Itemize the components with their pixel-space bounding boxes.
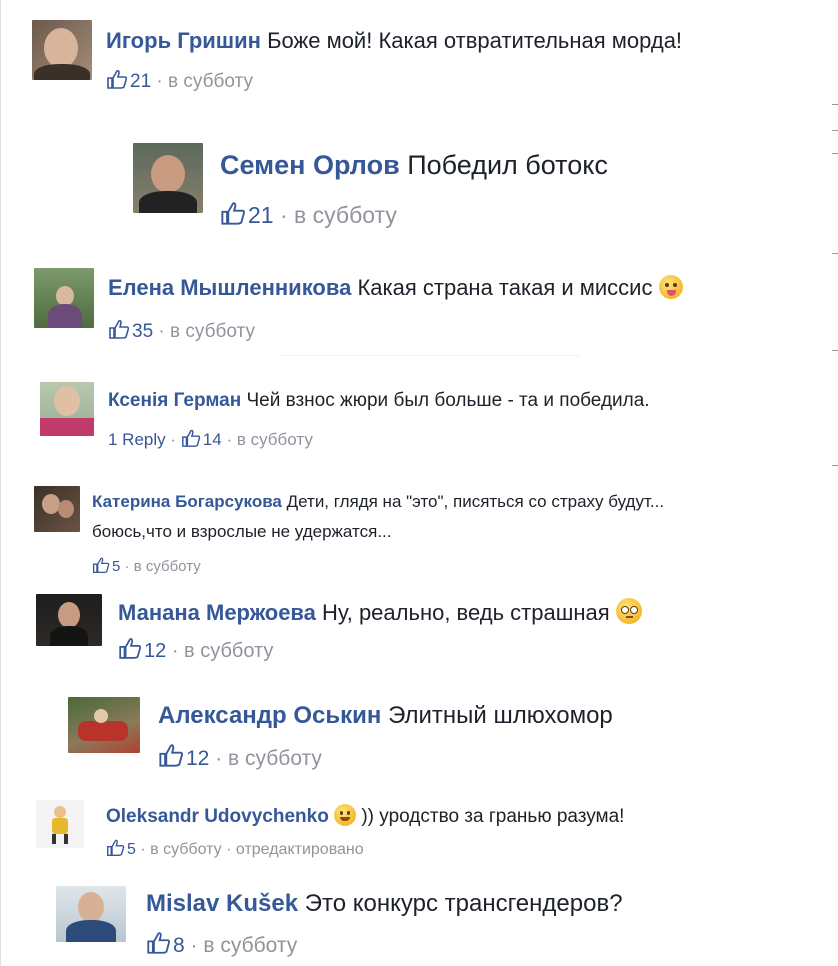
like-count[interactable]: 5 [127,841,136,858]
timestamp[interactable]: в субботу [294,202,397,228]
comment-author[interactable]: Mislav Kušek [146,890,298,917]
comment-meta: 21 · в субботу [106,68,253,93]
edge-mark [832,465,838,466]
comment-text: Элитный шлюхомор [388,702,613,729]
comment-text-continued: боюсь,что и взрослые не удержатся... [92,522,392,541]
comment-author[interactable]: Ксенія Герман [108,390,241,411]
flushed-emoji-icon [615,598,642,624]
thumbs-up-icon[interactable] [158,742,184,768]
comment-meta: 35 · в субботу [108,318,255,343]
edited-label[interactable]: отредактировано [236,841,364,858]
thumbs-up-icon[interactable] [92,556,110,574]
timestamp[interactable]: в субботу [228,747,322,770]
avatar[interactable] [56,886,126,942]
like-count[interactable]: 5 [112,558,120,575]
separator: · [124,558,130,575]
comment-author[interactable]: Игорь Гришин [106,28,261,53]
separator: · [156,71,163,92]
edge-mark [832,253,838,254]
comment-author[interactable]: Семен Орлов [220,150,400,180]
avatar[interactable] [34,486,80,532]
separator: · [226,841,232,858]
comment-text: Какая страна такая и миссис [357,275,653,300]
thumbs-up-icon[interactable] [108,318,130,340]
comment-meta: 12 · в субботу [158,742,322,771]
separator: · [190,934,198,957]
avatar[interactable] [40,382,94,436]
comment-text: Ну, реально, ведь страшная [322,600,610,625]
thumbs-up-icon[interactable] [106,838,125,857]
thumbs-up-icon[interactable] [181,428,201,448]
reply-link[interactable]: 1 Reply [108,430,166,449]
divider [280,355,580,356]
comment-author[interactable]: Манана Мержоева [118,600,316,625]
tongue-emoji-icon [658,275,683,299]
like-count[interactable]: 8 [173,934,185,957]
thumbs-up-icon[interactable] [106,68,128,90]
avatar[interactable] [133,143,203,213]
thumbs-up-icon[interactable] [118,636,142,660]
edge-mark [832,153,838,154]
comment-meta: 21 · в субботу [220,200,397,229]
like-count[interactable]: 14 [203,430,222,449]
comment-text: )) уродство за гранью разума! [361,806,625,827]
page-left-border [0,0,1,966]
comment-author[interactable]: Александр Оськин [158,702,381,729]
like-count[interactable]: 21 [248,202,274,228]
edge-mark [832,104,838,105]
comment-text: Боже мой! Какая отвратительная морда! [267,28,683,53]
separator: · [279,202,288,228]
timestamp[interactable]: в субботу [184,640,273,662]
comment-author[interactable]: Oleksandr Udovychenko [106,806,329,827]
separator: · [226,430,233,449]
like-count[interactable]: 21 [130,71,151,92]
avatar[interactable] [34,268,94,328]
timestamp[interactable]: в субботу [203,934,297,957]
comment-meta: 5 · в субботу · отредактировано [106,838,364,859]
like-count[interactable]: 12 [144,640,166,662]
comment-text: Это конкурс трансгендеров? [304,890,623,917]
comment-text: Дети, глядя на "это", писяться со страху… [286,492,665,511]
comment-text: Победил ботокс [407,150,608,180]
comment-text: Чей взнос жюри был больше - та и победил… [246,390,650,411]
avatar[interactable] [32,20,92,80]
separator: · [140,841,146,858]
comment-meta: 1 Reply · 14 · в субботу [108,428,313,450]
separator: · [171,640,179,662]
comment-meta: 12 · в субботу [118,636,273,663]
timestamp[interactable]: в субботу [170,321,255,342]
edge-mark [832,130,838,131]
comment-author[interactable]: Елена Мышленникова [108,275,351,300]
separator: · [215,747,223,770]
like-count[interactable]: 35 [132,321,153,342]
comment-meta: 5 · в субботу [92,556,201,575]
timestamp[interactable]: в субботу [237,430,313,449]
comment-author[interactable]: Катерина Богарсукова [92,492,282,511]
smiley-emoji-icon [334,804,357,826]
timestamp[interactable]: в субботу [168,71,253,92]
comment-meta: 8 · в субботу [146,930,297,958]
edge-mark [832,350,838,351]
avatar[interactable] [68,697,140,753]
separator: · [158,321,165,342]
like-count[interactable]: 12 [186,747,209,770]
avatar[interactable] [36,594,102,646]
timestamp[interactable]: в субботу [134,558,201,575]
thumbs-up-icon[interactable] [220,200,246,226]
separator: · [170,430,177,449]
timestamp[interactable]: в субботу [150,841,222,858]
thumbs-up-icon[interactable] [146,930,171,955]
avatar[interactable] [36,800,84,848]
